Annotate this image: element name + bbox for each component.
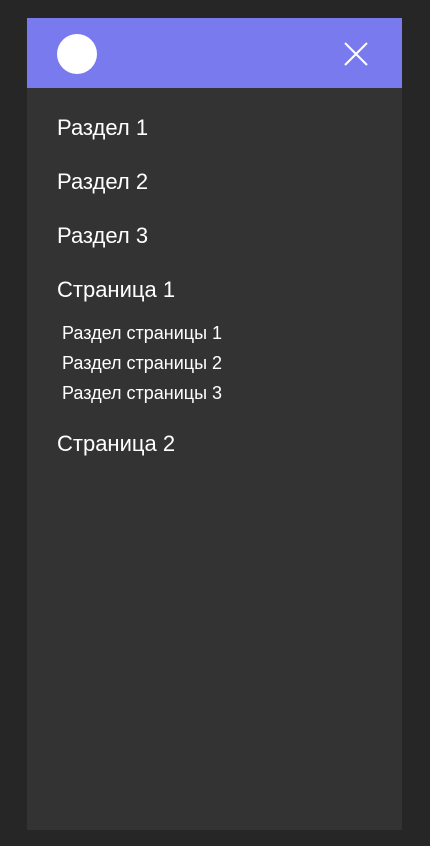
nav-subitem-page-section-1[interactable]: Раздел страницы 1	[62, 322, 222, 344]
nav-item-page-2[interactable]: Страница 2	[57, 431, 175, 457]
nav-item-section-2[interactable]: Раздел 2	[57, 169, 148, 195]
side-menu-panel: Раздел 1 Раздел 2 Раздел 3 Страница 1 Ра…	[27, 18, 402, 830]
nav-subitem-page-section-2[interactable]: Раздел страницы 2	[62, 352, 222, 374]
nav-item-page-1[interactable]: Страница 1	[57, 277, 175, 303]
menu-header	[27, 18, 402, 88]
nav-item-section-3[interactable]: Раздел 3	[57, 223, 148, 249]
logo-circle-icon	[57, 34, 97, 74]
close-icon	[344, 42, 368, 66]
close-menu-button[interactable]	[341, 39, 371, 69]
nav-item-section-1[interactable]: Раздел 1	[57, 115, 148, 141]
nav-subitem-page-section-3[interactable]: Раздел страницы 3	[62, 382, 222, 404]
